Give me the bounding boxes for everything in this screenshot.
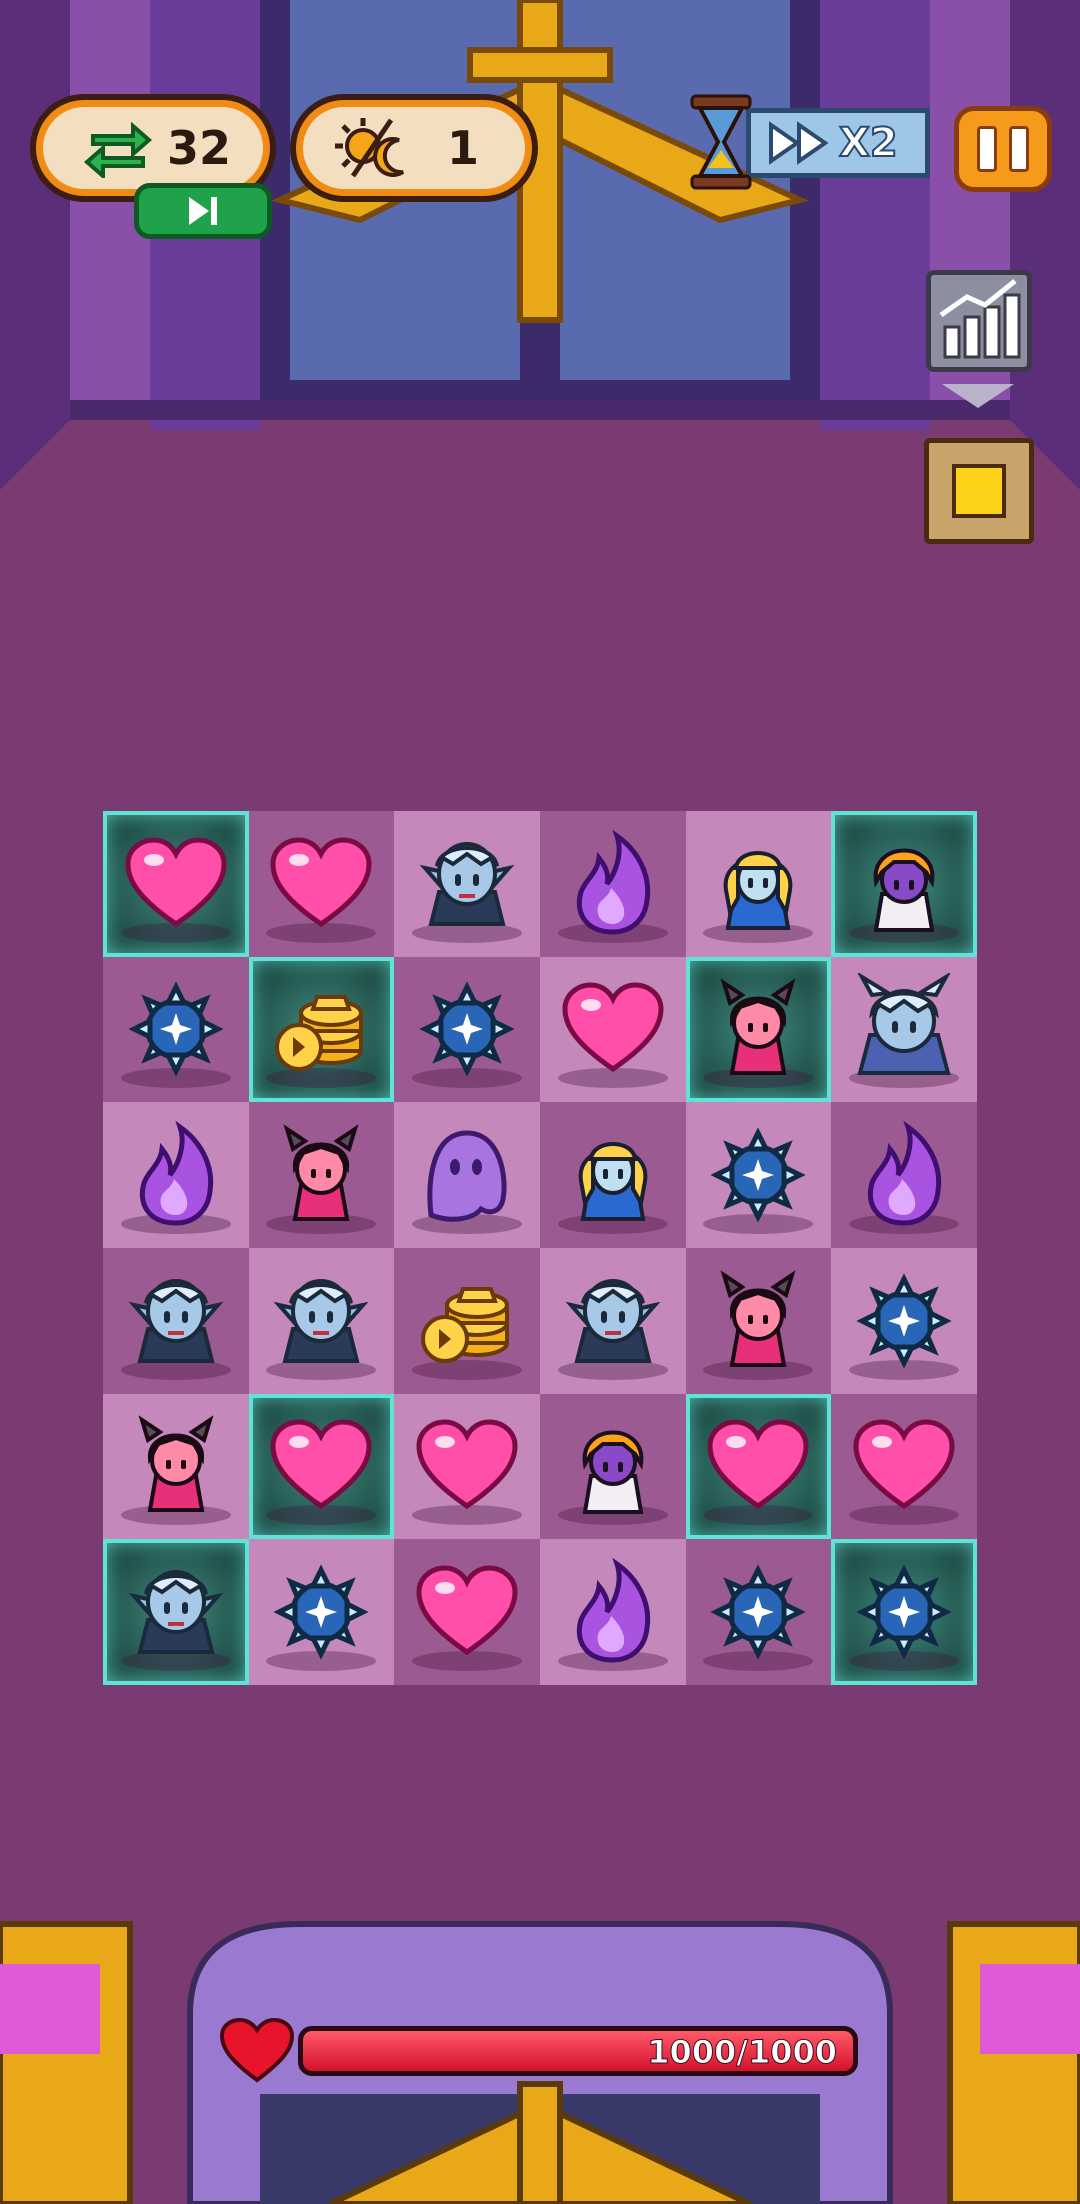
heart-icon: [270, 1419, 372, 1510]
skip-icon: [189, 197, 217, 225]
hourglass-icon: [690, 94, 752, 190]
pause-icon: [977, 126, 997, 172]
board-cell-orange-hair[interactable]: [831, 811, 977, 957]
sun-moon-icon: [335, 118, 405, 178]
moves-counter: 32: [36, 100, 270, 196]
heart-icon: [270, 837, 372, 927]
board-cell-snowflake[interactable]: [685, 1539, 832, 1685]
day-night-counter: 1: [296, 100, 532, 196]
board-cell-blonde[interactable]: [685, 811, 832, 957]
board-cell-snowflake[interactable]: [685, 1102, 832, 1248]
moves-count: 32: [167, 121, 232, 175]
board-cell-elf[interactable]: [540, 1248, 686, 1394]
castle-window-background: [0, 0, 1080, 520]
inventory-box-button[interactable]: [924, 438, 1034, 544]
coins-icon: [421, 1286, 510, 1363]
snowflake-icon: [419, 981, 515, 1078]
board-cell-heart[interactable]: [248, 811, 395, 957]
blonde-icon: [578, 1142, 647, 1222]
demon-girl-icon: [720, 1270, 796, 1367]
board-cell-flame[interactable]: [540, 811, 686, 957]
board-cell-elf[interactable]: [103, 1248, 249, 1394]
board-cell-heart[interactable]: [831, 1393, 977, 1540]
board-cell-heart[interactable]: [685, 1393, 832, 1540]
board-cell-heart[interactable]: [103, 811, 249, 957]
board-cell-coins[interactable]: [394, 1248, 540, 1394]
board-cell-demon-girl[interactable]: [685, 1248, 832, 1394]
demon-girl-icon: [138, 1415, 214, 1513]
board-cell-elf[interactable]: [394, 811, 540, 957]
day-count: 1: [447, 121, 480, 175]
coins-icon: [275, 995, 364, 1072]
flame-icon: [139, 1120, 214, 1226]
ghost-icon: [427, 1130, 507, 1222]
snowflake-icon: [710, 1564, 807, 1660]
snowflake-icon: [856, 1564, 952, 1660]
elf-icon: [419, 841, 515, 926]
board-cell-snowflake[interactable]: [103, 956, 249, 1103]
demon-girl-icon: [720, 978, 796, 1076]
stats-button[interactable]: [926, 270, 1032, 372]
heart-icon: [707, 1419, 809, 1510]
heart-icon: [562, 982, 664, 1073]
board-cell-demon-girl[interactable]: [103, 1393, 249, 1540]
board-cell-coins[interactable]: [248, 956, 395, 1103]
heart-icon: [416, 1565, 518, 1656]
board-cell-flame[interactable]: [540, 1539, 686, 1685]
heart-icon: [125, 837, 227, 927]
health-text: 1000/1000: [647, 2033, 838, 2072]
board-cell-demon-girl[interactable]: [685, 956, 832, 1103]
yellow-block-icon: [952, 464, 1006, 518]
board-cell-flame[interactable]: [103, 1102, 249, 1248]
blonde-icon: [724, 851, 793, 930]
board-cell-horned-elf[interactable]: [831, 956, 977, 1103]
board-cell-elf[interactable]: [248, 1248, 395, 1394]
demon-girl-icon: [283, 1124, 359, 1222]
speed-label: X2: [838, 119, 899, 167]
board-cell-snowflake[interactable]: [394, 956, 540, 1103]
match-board: [103, 811, 977, 1685]
board-cell-demon-girl[interactable]: [248, 1102, 395, 1248]
skip-button[interactable]: [134, 183, 272, 239]
flame-icon: [868, 1120, 942, 1226]
elf-icon: [565, 1278, 661, 1363]
elf-icon: [273, 1278, 370, 1363]
flame-icon: [576, 829, 651, 935]
board-cell-snowflake[interactable]: [831, 1539, 977, 1685]
elf-icon: [128, 1278, 224, 1363]
snowflake-icon: [273, 1564, 370, 1660]
health-bar: 1000/1000: [298, 2026, 858, 2076]
heart-icon: [416, 1419, 518, 1510]
heart-icon: [853, 1419, 955, 1510]
pause-icon: [1009, 126, 1029, 172]
board-cell-snowflake[interactable]: [248, 1539, 395, 1685]
chart-up-icon: [939, 279, 1021, 359]
board-cell-heart[interactable]: [394, 1393, 540, 1540]
speed-toggle-button[interactable]: X2: [746, 108, 930, 178]
orange-hair-icon: [873, 848, 935, 932]
expand-chevron-icon[interactable]: [942, 384, 1014, 408]
board-cell-ghost[interactable]: [394, 1102, 540, 1248]
board-cell-elf[interactable]: [103, 1539, 249, 1685]
horned-elf-icon: [857, 973, 951, 1076]
board-cell-heart[interactable]: [248, 1393, 395, 1540]
snowflake-icon: [856, 1273, 952, 1369]
swap-arrows-icon: [83, 121, 153, 178]
board-cell-heart[interactable]: [540, 956, 686, 1103]
elf-icon: [128, 1570, 224, 1655]
board-cell-orange-hair[interactable]: [540, 1393, 686, 1540]
health-heart-icon: [220, 2018, 294, 2083]
flame-icon: [576, 1557, 651, 1663]
board-cell-flame[interactable]: [831, 1102, 977, 1248]
board-cell-blonde[interactable]: [540, 1102, 686, 1248]
board-cell-snowflake[interactable]: [831, 1248, 977, 1394]
snowflake-icon: [128, 981, 224, 1078]
snowflake-icon: [710, 1127, 807, 1223]
board-cell-heart[interactable]: [394, 1539, 540, 1685]
orange-hair-icon: [582, 1431, 644, 1515]
pause-button[interactable]: [954, 106, 1052, 192]
fast-forward-icon: [769, 121, 829, 165]
